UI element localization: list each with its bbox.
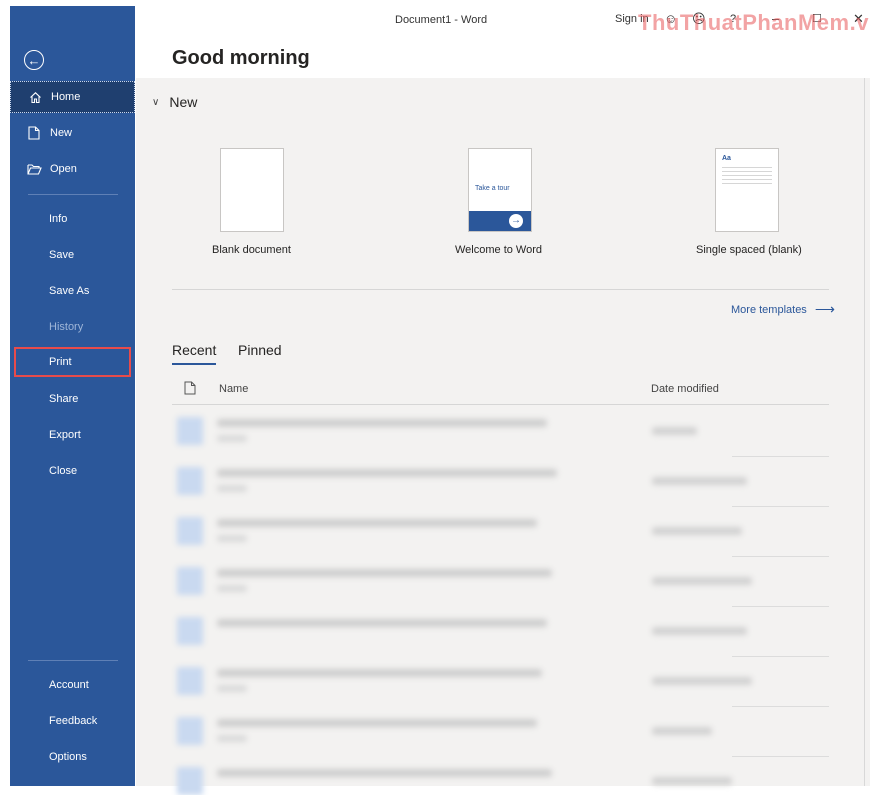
sidebar-item-open[interactable]: Open [10, 153, 135, 185]
page-title: Good morning [172, 47, 310, 69]
sidebar-item-label: Print [49, 356, 72, 368]
sidebar-item-label: New [50, 127, 73, 139]
vertical-scrollbar[interactable] [864, 78, 870, 786]
sidebar-divider [28, 194, 118, 195]
template-label: Welcome to Word [455, 244, 543, 256]
open-folder-icon [26, 163, 42, 175]
new-section-label: New [169, 94, 198, 110]
sidebar-item-label: Account [49, 679, 89, 691]
tab-pinned[interactable]: Pinned [238, 342, 282, 358]
sidebar-item-label: Info [49, 213, 68, 225]
sidebar-item-new[interactable]: New [10, 117, 135, 149]
template-thumb-lines [722, 167, 772, 187]
sidebar-item-label: Export [49, 429, 81, 441]
sidebar-item-save-as[interactable]: Save As [10, 275, 135, 307]
sidebar-item-options[interactable]: Options [10, 741, 135, 773]
list-item[interactable] [172, 657, 829, 707]
sidebar-item-label: Save As [49, 285, 90, 297]
window-title: Document1 - Word [395, 14, 488, 26]
arrow-right-icon: → [509, 214, 523, 228]
template-thumb-bar: → [469, 211, 531, 231]
new-section-header[interactable]: ∨ New [152, 94, 197, 110]
list-item[interactable] [172, 707, 829, 757]
list-item[interactable] [172, 557, 829, 607]
more-templates-label: More templates [731, 303, 807, 316]
template-label: Blank document [212, 244, 291, 256]
tab-recent[interactable]: Recent [172, 342, 216, 358]
list-item[interactable] [172, 757, 829, 795]
sidebar-item-home[interactable]: Home [10, 81, 135, 113]
section-divider [172, 289, 829, 290]
watermark-logo: ThuThuatPhanMem.vn [638, 10, 870, 35]
header-divider [172, 404, 829, 405]
sidebar-item-label: Close [49, 465, 78, 477]
sidebar-item-label: History [49, 321, 84, 333]
sidebar-item-history: History [10, 311, 135, 343]
sidebar-item-label: Share [49, 393, 79, 405]
sidebar-item-label: Options [49, 751, 87, 763]
template-label: Single spaced (blank) [696, 244, 802, 256]
list-item[interactable] [172, 507, 829, 557]
sidebar-item-print[interactable]: Print [14, 347, 131, 377]
new-document-icon [26, 126, 42, 140]
column-header-date[interactable]: Date modified [651, 383, 719, 395]
sidebar-item-share[interactable]: Share [10, 383, 135, 415]
list-item[interactable] [172, 607, 829, 657]
template-thumb-text: Take a tour [475, 185, 510, 192]
active-tab-indicator [172, 363, 216, 365]
sidebar-item-export[interactable]: Export [10, 419, 135, 451]
sidebar-item-account[interactable]: Account [10, 669, 135, 701]
list-item[interactable] [172, 457, 829, 507]
file-icon [184, 381, 196, 395]
template-blank-document[interactable] [220, 148, 284, 232]
template-thumb-text: Aa [722, 155, 731, 162]
sidebar-item-label: Home [51, 91, 81, 103]
sidebar-item-info[interactable]: Info [10, 203, 135, 235]
back-arrow-icon[interactable]: ← [24, 50, 44, 70]
sidebar-item-close[interactable]: Close [10, 455, 135, 487]
backstage-sidebar: ← Home New Open Info Save Save As Histor… [10, 6, 135, 786]
sidebar-divider [28, 660, 118, 661]
more-templates-link[interactable]: More templates ⟶ [731, 301, 835, 318]
arrow-right-icon: ⟶ [814, 301, 835, 317]
template-single-spaced[interactable]: Aa [715, 148, 779, 232]
sidebar-item-label: Open [50, 163, 77, 175]
list-item[interactable] [172, 407, 829, 457]
chevron-down-icon: ∨ [152, 96, 160, 108]
sidebar-item-save[interactable]: Save [10, 239, 135, 271]
sidebar-item-label: Feedback [49, 715, 98, 727]
sidebar-item-label: Save [49, 249, 75, 261]
template-welcome-to-word[interactable]: Take a tour → [468, 148, 532, 232]
word-backstage-window: ← Home New Open Info Save Save As Histor… [0, 0, 870, 795]
sidebar-item-feedback[interactable]: Feedback [10, 705, 135, 737]
home-icon [27, 91, 43, 104]
column-header-name[interactable]: Name [219, 383, 248, 395]
